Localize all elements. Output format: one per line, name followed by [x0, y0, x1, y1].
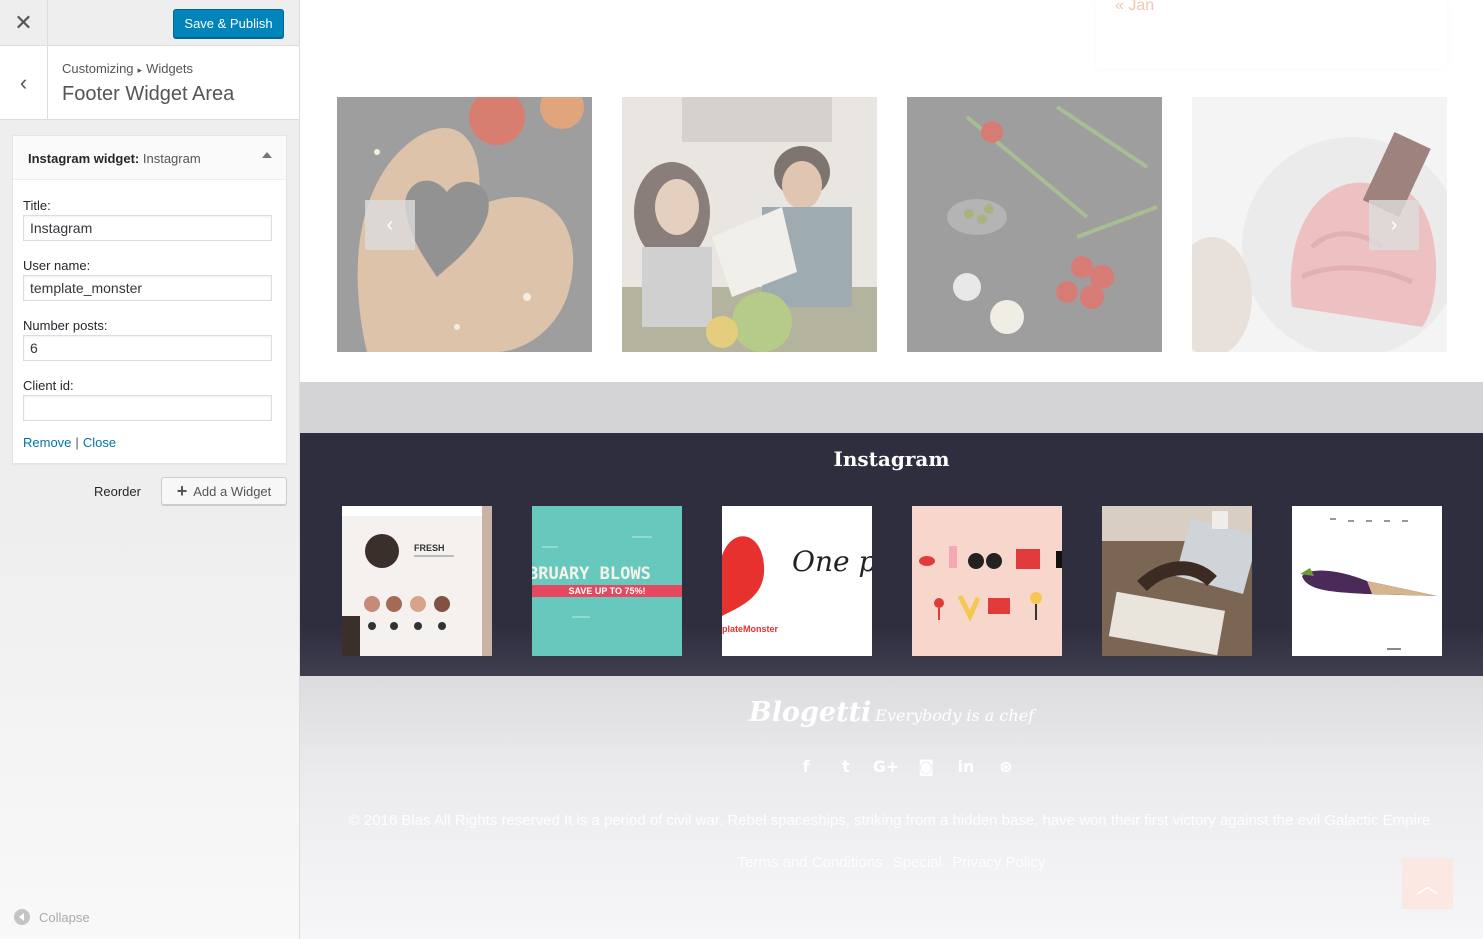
close-customizer-button[interactable]: ✕	[0, 0, 48, 45]
plus-icon: +	[176, 481, 188, 501]
brand-name: Blogetti	[748, 697, 872, 728]
instagram-post[interactable]: FRESH	[342, 506, 492, 656]
number-posts-label: Number posts:	[23, 318, 108, 333]
number-posts-field[interactable]	[23, 335, 272, 361]
instagram-post[interactable]: BRUARY BLOWS SAVE UP TO 75%!	[532, 506, 682, 656]
slider-image-couple-cooking[interactable]	[622, 97, 877, 352]
breadcrumb-child: Widgets	[146, 61, 194, 76]
privacy-link[interactable]: Privacy Policy	[952, 854, 1045, 871]
calendar-prev-link[interactable]: « Jan	[1115, 0, 1154, 15]
title-field[interactable]	[23, 215, 272, 241]
widget-instance-title: Instagram	[142, 151, 201, 166]
slider-next-button[interactable]: ›	[1369, 200, 1419, 250]
breadcrumb-separator-icon: ▸	[137, 65, 143, 75]
title-label: Title:	[23, 198, 51, 213]
instagram-post[interactable]: One pr one lo plateMonster	[722, 506, 872, 656]
breadcrumb: Customizing ▸ Widgets	[62, 61, 193, 76]
client-id-field[interactable]	[23, 395, 272, 421]
remove-widget-link[interactable]: Remove	[23, 435, 71, 450]
linkedin-icon[interactable]: in	[946, 757, 986, 776]
collapse-arrow-icon	[14, 909, 30, 925]
chevron-left-icon: ‹	[19, 69, 28, 95]
close-icon: ✕	[14, 9, 33, 35]
add-widget-button[interactable]: + Add a Widget	[161, 477, 287, 505]
post-subtext: SAVE UP TO 75%!	[568, 586, 645, 596]
twitter-icon[interactable]: t	[826, 757, 866, 776]
username-label: User name:	[23, 258, 91, 273]
special-link[interactable]: Special	[893, 854, 942, 871]
facebook-icon[interactable]: f	[786, 757, 826, 776]
widget-header[interactable]: Instagram widget: Instagram	[13, 136, 286, 180]
instagram-post[interactable]	[912, 506, 1062, 656]
copyright-text: © 2016 Blas All Rights reserved It is a …	[348, 812, 1435, 829]
collapse-arrow-icon[interactable]	[262, 152, 272, 158]
sidebar-fade-overlay	[0, 520, 299, 939]
google-plus-icon[interactable]: G+	[866, 757, 906, 776]
slider-prev-button[interactable]: ‹	[365, 200, 415, 250]
customizer-sidebar: ✕ Save & Publish ‹ Customizing ▸ Widgets F…	[0, 0, 300, 939]
breadcrumb-root: Customizing	[62, 61, 134, 76]
post-text: BRUARY BLOWS	[532, 564, 651, 584]
legal-links: Terms and Conditions Special Privacy Pol…	[300, 854, 1483, 871]
username-field[interactable]	[23, 275, 272, 301]
chevron-left-icon: ‹	[386, 213, 394, 236]
post-text: One pr one lo	[792, 545, 872, 578]
add-widget-label: Add a Widget	[193, 483, 272, 499]
reorder-link[interactable]: Reorder	[94, 484, 141, 499]
site-footer: Blogetti Everybody is a chef f t G+ ◙ in …	[300, 676, 1483, 939]
collapse-label: Collapse	[39, 909, 90, 925]
social-links: f t G+ ◙ in ⊛	[786, 757, 1026, 776]
widget-actions: Remove | Close	[23, 435, 116, 450]
widget-type-label: Instagram widget:	[28, 151, 140, 166]
scroll-to-top-button[interactable]: ︿	[1402, 858, 1453, 909]
instagram-icon[interactable]: ◙	[906, 757, 946, 776]
section-title: Footer Widget Area	[62, 83, 235, 105]
back-button[interactable]: ‹	[0, 46, 48, 119]
footer-widget-title: Instagram	[833, 447, 950, 471]
chevron-right-icon: ›	[1390, 213, 1398, 236]
collapse-sidebar-button[interactable]: Collapse	[14, 909, 90, 925]
chevron-up-icon: ︿	[1416, 872, 1439, 898]
client-id-label: Client id:	[23, 378, 74, 393]
instagram-widget-panel: Instagram widget: Instagram Title: User …	[12, 135, 287, 464]
actions-separator: |	[75, 435, 79, 450]
save-publish-button[interactable]: Save & Publish	[173, 9, 284, 38]
brand-tagline: Everybody is a chef	[875, 706, 1035, 725]
slider-image-spices[interactable]	[907, 97, 1162, 352]
calendar-widget: « Jan	[1096, 0, 1447, 68]
post-text: FRESH	[414, 543, 445, 553]
footer-brand: Blogetti Everybody is a chef	[300, 697, 1483, 728]
customizer-header: ✕ Save & Publish	[0, 0, 299, 46]
terms-link[interactable]: Terms and Conditions	[738, 854, 883, 871]
instagram-post[interactable]	[1292, 506, 1442, 656]
close-widget-link[interactable]: Close	[83, 435, 116, 450]
footer-instagram-widget: Instagram FRESH BRUARY BLOWS SAVE UP TO	[300, 433, 1483, 676]
site-preview: « Jan ‹ › Instagram FRESH BRUARY BLOWS S…	[300, 0, 1483, 939]
instagram-post[interactable]	[1102, 506, 1252, 656]
dribbble-icon[interactable]: ⊛	[986, 757, 1026, 776]
section-header: ‹ Customizing ▸ Widgets Footer Widget Area	[0, 46, 299, 120]
section-divider	[300, 382, 1483, 433]
post-subtext: plateMonster	[722, 624, 779, 634]
